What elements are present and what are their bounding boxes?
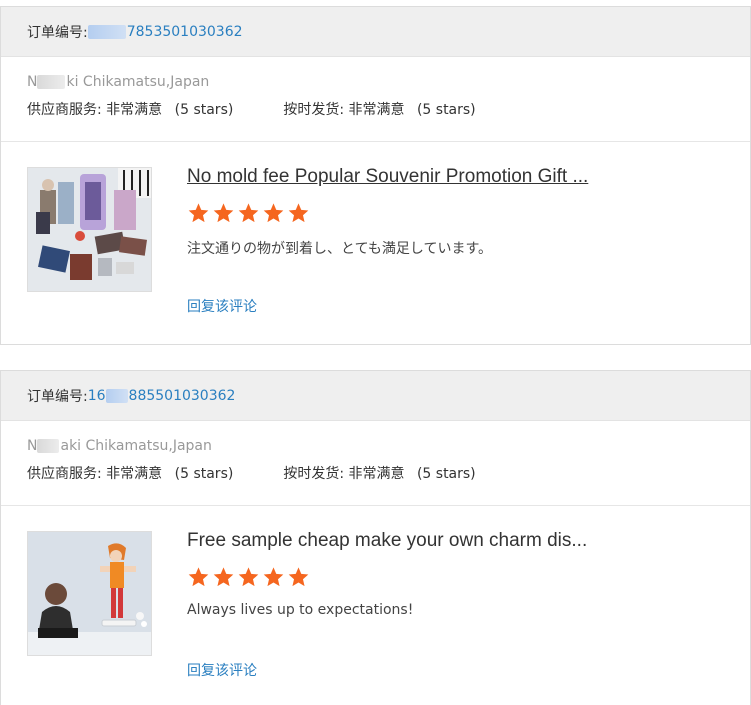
order-number-prefix[interactable]: 16: [88, 388, 106, 404]
star-icon: [213, 203, 234, 223]
buyer-name-text: aki Chikamatsu,Japan: [60, 438, 212, 454]
order-header: 订单编号: 7853501030362: [1, 7, 750, 57]
supplier-service-label: 供应商服务:: [27, 102, 102, 118]
supplier-service-value: 非常满意: [106, 466, 163, 482]
supplier-service-value: 非常满意: [106, 102, 163, 118]
star-icon: [213, 567, 234, 587]
redaction-mask: [37, 439, 60, 453]
buyer-name-text: ki Chikamatsu,Japan: [66, 74, 210, 90]
star-rating: [187, 566, 310, 588]
star-icon: [288, 203, 309, 223]
star-icon: [288, 567, 309, 587]
buyer-name-prefix: N: [27, 74, 38, 90]
review-card: 订单编号: 16 885501030362 Naki Chikamatsu,Ja…: [0, 370, 751, 705]
supplier-service-label: 供应商服务:: [27, 466, 102, 482]
star-icon: [263, 567, 284, 587]
supplier-service-rating: 供应商服务: 非常满意 (5 stars): [27, 463, 233, 483]
star-icon: [238, 567, 259, 587]
buyer-name: Nki Chikamatsu,Japan: [27, 71, 724, 93]
order-number-label: 订单编号:: [27, 388, 88, 405]
on-time-stars: (5 stars): [416, 102, 476, 118]
buyer-name-prefix: N: [27, 438, 38, 454]
product-title[interactable]: Free sample cheap make your own charm di…: [187, 530, 587, 552]
ratings-row: 供应商服务: 非常满意 (5 stars) 按时发货: 非常满意 (5 star…: [27, 99, 724, 119]
buyer-name: Naki Chikamatsu,Japan: [27, 435, 724, 457]
reply-link[interactable]: 回复该评论: [187, 660, 257, 680]
product-thumbnail[interactable]: [27, 167, 152, 292]
supplier-service-rating: 供应商服务: 非常满意 (5 stars): [27, 99, 233, 119]
redaction-mask: [105, 388, 128, 403]
redaction-mask: [87, 24, 126, 39]
supplier-service-stars: (5 stars): [174, 466, 234, 482]
on-time-label: 按时发货:: [283, 102, 345, 118]
supplier-service-stars: (5 stars): [174, 102, 234, 118]
ratings-row: 供应商服务: 非常满意 (5 stars) 按时发货: 非常满意 (5 star…: [27, 463, 724, 483]
star-icon: [238, 203, 259, 223]
on-time-value: 非常满意: [348, 466, 405, 482]
product-thumbnail[interactable]: [27, 531, 152, 656]
product-review: No mold fee Popular Souvenir Promotion G…: [1, 142, 750, 342]
review-text: 注文通りの物が到着し、とても満足しています。: [187, 241, 493, 257]
star-icon: [188, 567, 209, 587]
on-time-value: 非常满意: [348, 102, 405, 118]
review-text: Always lives up to expectations!: [187, 602, 414, 618]
buyer-info: Nki Chikamatsu,Japan 供应商服务: 非常满意 (5 star…: [1, 57, 750, 142]
star-icon: [263, 203, 284, 223]
reply-link[interactable]: 回复该评论: [187, 296, 257, 316]
order-number-label: 订单编号:: [27, 24, 88, 41]
review-card: 订单编号: 7853501030362 Nki Chikamatsu,Japan…: [0, 6, 751, 345]
on-time-label: 按时发货:: [283, 466, 345, 482]
order-number-link[interactable]: 885501030362: [129, 388, 236, 404]
on-time-rating: 按时发货: 非常满意 (5 stars): [283, 463, 475, 483]
star-icon: [188, 203, 209, 223]
order-header: 订单编号: 16 885501030362: [1, 371, 750, 421]
order-number-link[interactable]: 7853501030362: [127, 24, 243, 40]
on-time-rating: 按时发货: 非常满意 (5 stars): [283, 99, 475, 119]
product-review: Free sample cheap make your own charm di…: [1, 506, 750, 705]
buyer-info: Naki Chikamatsu,Japan 供应商服务: 非常满意 (5 sta…: [1, 421, 750, 506]
on-time-stars: (5 stars): [416, 466, 476, 482]
star-rating: [187, 202, 310, 224]
product-title-link[interactable]: No mold fee Popular Souvenir Promotion G…: [187, 166, 588, 188]
redaction-mask: [37, 75, 66, 89]
